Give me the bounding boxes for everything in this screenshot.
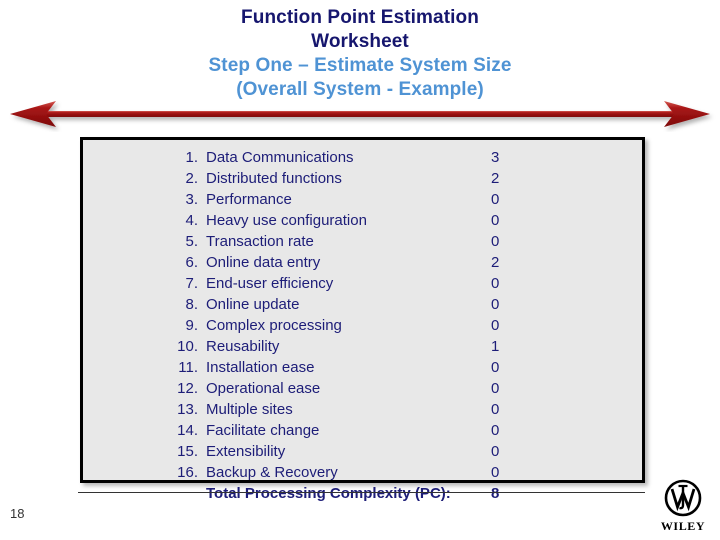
factor-label: Heavy use configuration (206, 212, 367, 229)
factor-row: 5. Transaction rate 0 (168, 233, 628, 254)
factor-number: 2. (185, 170, 198, 187)
total-value: 8 (491, 485, 500, 502)
factor-list: 1. Data Communications 3 2. Distributed func… (168, 149, 628, 506)
wiley-monogram-icon (664, 479, 702, 517)
factor-label: Installation ease (206, 359, 315, 376)
factor-label: Reusability (206, 338, 280, 355)
factor-label: Facilitate change (206, 422, 320, 439)
factor-number: 12. (177, 380, 198, 397)
factor-row: 15. Extensibility 0 (168, 443, 628, 464)
wiley-logo: WILEY (657, 478, 709, 534)
factor-value: 1 (491, 338, 500, 355)
factor-row: 7. End-user efficiency 0 (168, 275, 628, 296)
worksheet-box: 1. Data Communications 3 2. Distributed func… (80, 137, 645, 502)
factor-row: 4. Heavy use configuration 0 (168, 212, 628, 233)
factor-label: Online data entry (206, 254, 321, 271)
factor-number: 9. (185, 317, 198, 334)
factor-number: 8. (185, 296, 198, 313)
factor-row: 10. Reusability 1 (168, 338, 628, 359)
double-headed-arrow (0, 98, 720, 132)
factor-number: 6. (185, 254, 198, 271)
factor-row: 6. Online data entry 2 (168, 254, 628, 275)
factor-number: 5. (185, 233, 198, 250)
factor-label: Complex processing (206, 317, 342, 334)
factor-number: 10. (177, 338, 198, 355)
factor-value: 0 (491, 380, 500, 397)
factor-number: 7. (185, 275, 198, 292)
factor-number: 11. (178, 359, 198, 376)
title-line-1: Function Point Estimation (241, 7, 479, 28)
factor-value: 3 (491, 149, 500, 166)
factor-label: Distributed functions (206, 170, 342, 187)
factor-value: 0 (491, 275, 500, 292)
factor-label: Online update (206, 296, 300, 313)
factor-row: 9. Complex processing 0 (168, 317, 628, 338)
factor-value: 0 (491, 191, 500, 208)
factor-row: 13. Multiple sites 0 (168, 401, 628, 422)
factor-number: 3. (185, 191, 198, 208)
factor-value: 0 (491, 233, 500, 250)
factor-label: End-user efficiency (206, 275, 334, 292)
factor-label: Multiple sites (206, 401, 293, 418)
factor-label: Backup & Recovery (206, 464, 338, 481)
factor-value: 2 (491, 170, 500, 187)
factor-value: 0 (491, 359, 500, 376)
factor-value: 2 (491, 254, 500, 271)
slide-title-block: Function Point Estimation Worksheet Step… (0, 6, 720, 102)
factor-label: Performance (206, 191, 292, 208)
factor-value: 0 (491, 443, 500, 460)
factor-label: Data Communications (206, 149, 354, 166)
factor-label: Transaction rate (206, 233, 314, 250)
factor-value: 0 (491, 212, 500, 229)
factor-value: 0 (491, 422, 500, 439)
factor-row: 8. Online update 0 (168, 296, 628, 317)
title-line-3: Step One – Estimate System Size (208, 55, 512, 76)
factor-row: 2. Distributed functions 2 (168, 170, 628, 191)
factor-number: 4. (185, 212, 198, 229)
factor-number: 15. (177, 443, 198, 460)
factor-row: 14. Facilitate change 0 (168, 422, 628, 443)
factor-row: 12. Operational ease 0 (168, 380, 628, 401)
factor-row: 1. Data Communications 3 (168, 149, 628, 170)
factor-number: 14. (177, 422, 198, 439)
factor-value: 0 (491, 317, 500, 334)
total-label: Total Processing Complexity (PC): (206, 485, 451, 502)
factor-number: 16. (177, 464, 198, 481)
factor-row: 3. Performance 0 (168, 191, 628, 212)
wiley-wordmark: WILEY (660, 519, 706, 533)
total-row: Total Processing Complexity (PC): 8 (168, 485, 628, 506)
page-number: 18 (10, 506, 25, 521)
factor-label: Extensibility (206, 443, 286, 460)
factor-row: 16. Backup & Recovery 0 (168, 464, 628, 485)
factor-value: 0 (491, 464, 500, 481)
factor-row: 11. Installation ease 0 (168, 359, 628, 380)
title-line-2: Worksheet (311, 31, 409, 52)
factor-label: Operational ease (206, 380, 321, 397)
factor-value: 0 (491, 296, 500, 313)
factor-number: 13. (177, 401, 198, 418)
factor-value: 0 (491, 401, 500, 418)
factor-number: 1. (185, 149, 198, 166)
footer-divider (78, 492, 645, 493)
